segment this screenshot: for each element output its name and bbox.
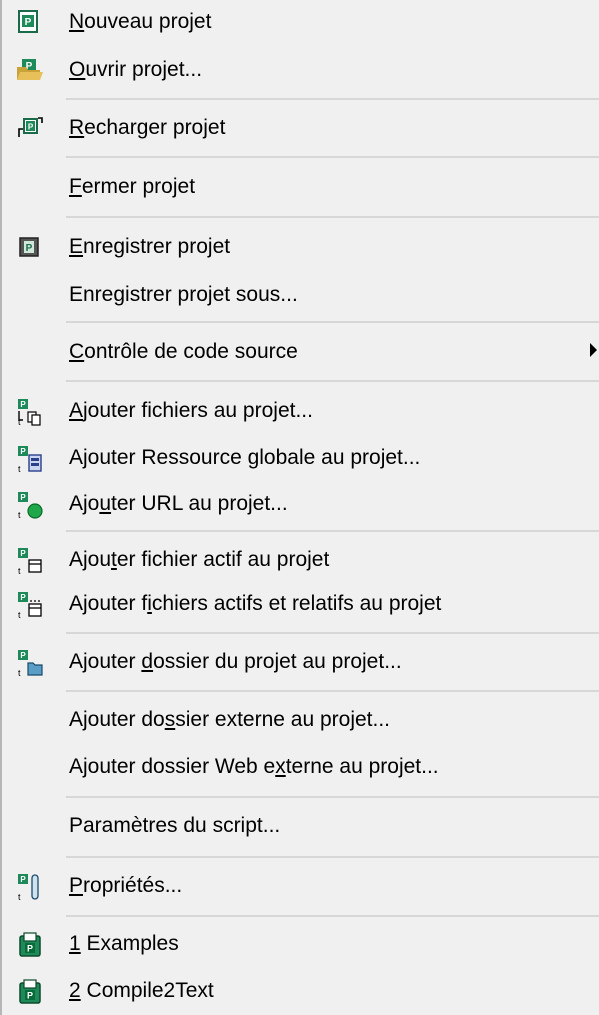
menu-item-label: Enregistrer projet bbox=[69, 235, 231, 258]
menu-item-ajouter-ressource-globale[interactable]: P t Ajouter Ressource globale au projet.… bbox=[2, 436, 599, 480]
menu-item-ouvrir-projet[interactable]: P Ouvrir projet... bbox=[2, 48, 599, 92]
svg-text:P: P bbox=[20, 651, 26, 660]
menu-item-ajouter-dossier-projet[interactable]: P t Ajouter dossier du projet au projet.… bbox=[2, 640, 599, 684]
menu-item-label: 2 Compile2Text bbox=[69, 979, 214, 1002]
menu-item-label: Enregistrer projet sous... bbox=[69, 283, 298, 306]
menu-item-nouveau-projet[interactable]: P Nouveau projet bbox=[2, 0, 599, 44]
svg-text:P: P bbox=[20, 549, 26, 558]
menu-item-label: Ouvrir projet... bbox=[69, 58, 203, 81]
menu-separator bbox=[66, 796, 599, 798]
menu-item-controle-code-source[interactable]: Contrôle de code source bbox=[2, 330, 599, 374]
menu-item-proprietes[interactable]: P t Propriétés... bbox=[2, 864, 599, 908]
menu-item-label: Nouveau projet bbox=[69, 10, 212, 33]
menu-item-fermer-projet[interactable]: Fermer projet bbox=[2, 165, 599, 209]
menu-item-ajouter-fichier-actif[interactable]: P t Ajouter fichier actif au projet bbox=[2, 538, 599, 582]
menu-item-enregistrer-projet-sous[interactable]: Enregistrer projet sous... bbox=[2, 273, 599, 317]
menu-item-label: Ajouter fichiers au projet... bbox=[69, 399, 313, 422]
add-active-related-files-icon: P t bbox=[16, 591, 42, 620]
menu-separator bbox=[66, 321, 599, 323]
properties-icon: P t bbox=[16, 873, 42, 902]
menu-item-label: Ajouter Ressource globale au projet... bbox=[69, 446, 421, 469]
menu-item-label: Ajouter dossier Web externe au projet... bbox=[69, 755, 439, 778]
menu-item-label: Ajouter dossier du projet au projet... bbox=[69, 650, 402, 673]
svg-text:P: P bbox=[26, 243, 33, 254]
menu-separator bbox=[66, 632, 599, 634]
menu-separator bbox=[66, 98, 599, 100]
menu-item-label: Ajouter URL au projet... bbox=[69, 492, 288, 515]
svg-text:P: P bbox=[20, 593, 26, 602]
svg-text:t: t bbox=[18, 417, 21, 426]
menu-separator bbox=[66, 915, 599, 917]
menu-item-label: Ajouter dossier externe au projet... bbox=[69, 708, 391, 731]
add-global-resource-icon: P t bbox=[16, 445, 42, 474]
menu-separator bbox=[66, 380, 599, 382]
menu-item-ajouter-fichiers-actifs-relatifs[interactable]: P t Ajouter fichiers actifs et relatifs … bbox=[2, 582, 599, 626]
open-project-icon: P bbox=[16, 57, 43, 83]
menu-item-ajouter-dossier-web-externe[interactable]: Ajouter dossier Web externe au projet... bbox=[2, 745, 599, 789]
menu-item-enregistrer-projet[interactable]: P Enregistrer projet bbox=[2, 225, 599, 269]
add-url-icon: P t bbox=[16, 491, 43, 520]
menu-separator bbox=[66, 856, 599, 858]
menu-separator bbox=[66, 216, 599, 218]
menu-item-label: Propriétés... bbox=[69, 874, 183, 897]
menu-item-label: Recharger projet bbox=[69, 116, 226, 139]
menu-item-recent-2-compile2text[interactable]: P 2 Compile2Text bbox=[2, 969, 599, 1013]
menu-item-label: Contrôle de code source bbox=[69, 340, 298, 363]
menu-separator bbox=[66, 156, 599, 158]
svg-text:t: t bbox=[18, 510, 21, 519]
new-project-icon: P bbox=[16, 9, 42, 35]
menu-item-label: Ajouter fichiers actifs et relatifs au p… bbox=[69, 592, 442, 615]
menu-item-recharger-projet[interactable]: P Recharger projet bbox=[2, 106, 599, 150]
submenu-arrow-icon bbox=[590, 343, 597, 357]
svg-text:P: P bbox=[25, 17, 32, 28]
project-menu: P Nouveau projet P Ouvrir projet... P Re… bbox=[0, 0, 599, 1015]
svg-text:t: t bbox=[18, 464, 21, 473]
add-project-folder-icon: P t bbox=[16, 649, 43, 678]
save-project-icon: P bbox=[16, 234, 42, 260]
menu-separator bbox=[66, 690, 599, 692]
svg-text:t: t bbox=[18, 892, 21, 901]
menu-item-parametres-script[interactable]: Paramètres du script... bbox=[2, 804, 599, 848]
svg-text:P: P bbox=[27, 944, 33, 954]
menu-item-label: Ajouter fichier actif au projet bbox=[69, 548, 330, 571]
svg-text:P: P bbox=[20, 493, 26, 502]
menu-item-label: Fermer projet bbox=[69, 175, 196, 198]
svg-text:t: t bbox=[18, 668, 21, 677]
recent-project-icon: P bbox=[16, 931, 42, 957]
svg-text:P: P bbox=[20, 447, 26, 456]
svg-text:P: P bbox=[20, 400, 26, 409]
recent-project-icon: P bbox=[16, 978, 42, 1004]
svg-text:t: t bbox=[18, 566, 21, 575]
svg-text:P: P bbox=[28, 123, 34, 132]
svg-text:P: P bbox=[20, 875, 26, 884]
add-active-file-icon: P t bbox=[16, 547, 42, 576]
menu-separator bbox=[66, 530, 599, 532]
menu-item-ajouter-url[interactable]: P t Ajouter URL au projet... bbox=[2, 482, 599, 526]
menu-item-label: Paramètres du script... bbox=[69, 814, 281, 837]
reload-project-icon: P bbox=[16, 115, 43, 141]
svg-text:t: t bbox=[18, 610, 21, 619]
menu-item-ajouter-dossier-externe[interactable]: Ajouter dossier externe au projet... bbox=[2, 698, 599, 742]
menu-item-label: 1 Examples bbox=[69, 932, 179, 955]
menu-item-ajouter-fichiers[interactable]: P t Ajouter fichiers au projet... bbox=[2, 389, 599, 433]
menu-item-recent-1-examples[interactable]: P 1 Examples bbox=[2, 922, 599, 966]
add-files-icon: P t bbox=[16, 398, 42, 427]
svg-text:P: P bbox=[27, 991, 33, 1001]
